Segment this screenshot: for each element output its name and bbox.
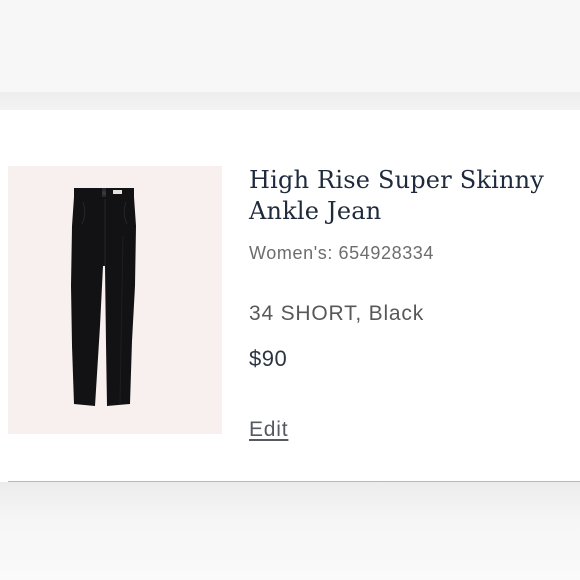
price: $90 <box>249 346 288 371</box>
top-section <box>0 0 580 92</box>
cart-page: High Rise Super Skinny Ankle Jean Women'… <box>0 0 580 580</box>
product-title[interactable]: High Rise Super Skinny Ankle Jean <box>249 165 569 227</box>
section-divider <box>0 92 580 110</box>
size-color-variant: 34 SHORT, Black <box>249 302 425 325</box>
edit-link[interactable]: Edit <box>249 418 288 442</box>
bottom-section <box>0 482 580 580</box>
product-image[interactable] <box>8 166 222 434</box>
style-number: Women's: 654928334 <box>249 243 435 263</box>
jeans-icon <box>71 188 136 406</box>
